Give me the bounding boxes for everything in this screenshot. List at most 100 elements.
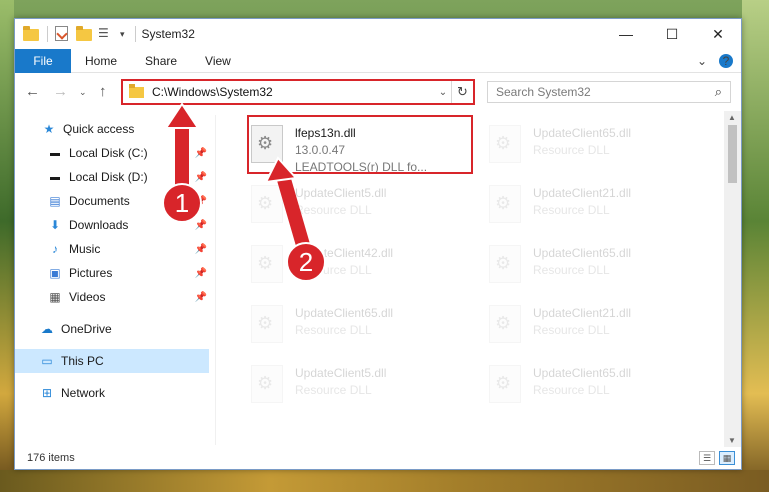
maximize-button[interactable]: ☐ bbox=[649, 19, 695, 49]
nav-quick-access[interactable]: ★ Quick access bbox=[15, 117, 209, 141]
nav-local-disk-c[interactable]: ▬ Local Disk (C:) 📌 bbox=[15, 141, 209, 165]
network-icon: ⊞ bbox=[41, 386, 53, 400]
annotation-badge-1: 1 bbox=[162, 183, 202, 223]
file-item[interactable]: UpdateClient21.dll Resource DLL bbox=[489, 179, 715, 235]
nav-this-pc[interactable]: ▭ This PC bbox=[15, 349, 209, 373]
file-name: UpdateClient21.dll bbox=[533, 186, 632, 200]
file-description: Resource DLL bbox=[533, 143, 610, 157]
pin-icon[interactable]: 📌 bbox=[195, 244, 207, 255]
dll-file-icon bbox=[489, 305, 521, 343]
minimize-button[interactable]: — bbox=[603, 19, 649, 49]
file-description: Resource DLL bbox=[295, 323, 372, 337]
file-item[interactable]: UpdateClient65.dll Resource DLL bbox=[489, 239, 715, 295]
recent-locations-chevron-icon[interactable]: ⌄ bbox=[79, 87, 87, 98]
search-box[interactable]: ⌕ bbox=[487, 81, 731, 103]
file-item[interactable]: UpdateClient5.dll Resource DLL bbox=[251, 359, 477, 415]
toolbar-separator bbox=[134, 26, 136, 42]
address-row: ← → ⌄ ↑ C:\Windows\System32 ⌄ ↻ ⌕ bbox=[15, 75, 741, 109]
pin-icon[interactable]: 📌 bbox=[195, 172, 207, 183]
file-item[interactable]: UpdateClient65.dll Resource DLL bbox=[489, 359, 715, 415]
customize-toolbar-dropdown-icon[interactable]: ▾ bbox=[120, 29, 125, 40]
help-icon[interactable]: ? bbox=[719, 54, 733, 68]
title-bar: ☰ ▾ System32 — ☐ ✕ bbox=[15, 19, 741, 49]
dll-file-icon bbox=[251, 185, 283, 223]
address-path[interactable]: C:\Windows\System32 bbox=[152, 85, 435, 99]
star-icon: ★ bbox=[43, 122, 55, 136]
expand-ribbon-icon[interactable]: ⌄ bbox=[697, 54, 707, 68]
pane-divider[interactable] bbox=[215, 115, 216, 445]
file-description: Resource DLL bbox=[295, 203, 372, 217]
drive-icon: ▬ bbox=[50, 147, 60, 159]
close-button[interactable]: ✕ bbox=[695, 19, 741, 49]
toolbar-separator bbox=[47, 26, 48, 42]
file-explorer-window: ☰ ▾ System32 — ☐ ✕ File Home Share View … bbox=[14, 18, 742, 470]
back-arrow-icon[interactable]: ← bbox=[25, 83, 40, 100]
documents-icon: ▤ bbox=[49, 194, 61, 208]
file-name: UpdateClient65.dll bbox=[533, 126, 632, 140]
nav-item-label: Music bbox=[69, 242, 101, 256]
dll-file-icon bbox=[251, 245, 283, 283]
file-name: UpdateClient65.dll bbox=[533, 246, 632, 260]
tab-share[interactable]: Share bbox=[131, 49, 191, 73]
forward-arrow-icon[interactable]: → bbox=[53, 83, 68, 100]
tab-home[interactable]: Home bbox=[71, 49, 131, 73]
file-item[interactable]: UpdateClient21.dll Resource DLL bbox=[489, 299, 715, 355]
file-item[interactable]: UpdateClient5.dll Resource DLL bbox=[251, 179, 477, 235]
scroll-up-icon[interactable]: ▲ bbox=[728, 113, 736, 122]
file-name: UpdateClient65.dll bbox=[295, 306, 394, 320]
item-count: 176 items bbox=[27, 452, 75, 464]
desktop-background-bottom bbox=[0, 470, 769, 492]
videos-icon: ▦ bbox=[49, 290, 61, 304]
refresh-icon[interactable]: ↻ bbox=[451, 81, 473, 103]
search-input[interactable] bbox=[496, 85, 715, 99]
pin-icon[interactable]: 📌 bbox=[195, 220, 207, 231]
music-icon: ♪ bbox=[52, 242, 58, 256]
nav-onedrive[interactable]: ☁ OneDrive bbox=[15, 317, 209, 341]
nav-item-label: Documents bbox=[69, 194, 130, 208]
folder-icon bbox=[23, 26, 39, 42]
address-bar[interactable]: C:\Windows\System32 ⌄ ↻ bbox=[121, 79, 475, 105]
navigation-pane: ★ Quick access ▬ Local Disk (C:) 📌 ▬ Loc… bbox=[15, 115, 209, 445]
vertical-scrollbar[interactable]: ▲ ▼ bbox=[724, 111, 741, 447]
drive-icon: ▬ bbox=[50, 171, 60, 183]
folder-icon bbox=[129, 83, 144, 98]
nav-network[interactable]: ⊞ Network bbox=[15, 381, 209, 405]
up-arrow-icon[interactable]: ↑ bbox=[99, 83, 107, 100]
scroll-down-icon[interactable]: ▼ bbox=[728, 436, 736, 445]
file-item[interactable]: UpdateClient65.dll Resource DLL bbox=[251, 299, 477, 355]
file-description: Resource DLL bbox=[295, 383, 372, 397]
file-description: Resource DLL bbox=[533, 383, 610, 397]
dll-file-icon bbox=[251, 305, 283, 343]
cloud-icon: ☁ bbox=[41, 322, 53, 336]
dll-file-icon bbox=[489, 365, 521, 403]
file-description: Resource DLL bbox=[533, 203, 610, 217]
tab-view[interactable]: View bbox=[191, 49, 245, 73]
details-view-icon[interactable]: ☰ bbox=[699, 451, 715, 465]
nav-videos[interactable]: ▦ Videos 📌 bbox=[15, 285, 209, 309]
file-highlight-box bbox=[247, 115, 473, 174]
pin-icon[interactable]: 📌 bbox=[195, 148, 207, 159]
file-item[interactable]: UpdateClient42.dll Resource DLL bbox=[251, 239, 477, 295]
file-item[interactable]: UpdateClient65.dll Resource DLL bbox=[489, 119, 715, 175]
nav-item-label: Videos bbox=[69, 290, 106, 304]
nav-item-label: Local Disk (C:) bbox=[69, 146, 148, 160]
desktop-background-left bbox=[0, 0, 14, 492]
nav-pictures[interactable]: ▣ Pictures 📌 bbox=[15, 261, 209, 285]
new-folder-icon[interactable] bbox=[76, 26, 92, 42]
file-name: UpdateClient5.dll bbox=[295, 366, 387, 380]
nav-music[interactable]: ♪ Music 📌 bbox=[15, 237, 209, 261]
pin-icon[interactable]: 📌 bbox=[195, 268, 207, 279]
tiles-view-icon[interactable]: ▦ bbox=[719, 451, 735, 465]
scrollbar-thumb[interactable] bbox=[728, 125, 737, 183]
address-dropdown-icon[interactable]: ⌄ bbox=[435, 87, 451, 98]
pin-icon[interactable]: 📌 bbox=[195, 292, 207, 303]
nav-item-label: Quick access bbox=[63, 122, 135, 136]
search-icon[interactable]: ⌕ bbox=[715, 84, 722, 100]
nav-item-label: Pictures bbox=[69, 266, 113, 280]
desktop-background-right bbox=[742, 0, 769, 492]
tab-file[interactable]: File bbox=[15, 48, 71, 73]
properties-icon[interactable] bbox=[54, 26, 70, 42]
nav-item-label: This PC bbox=[61, 354, 104, 368]
view-options-icon[interactable]: ☰ bbox=[98, 26, 114, 42]
dll-file-icon bbox=[489, 245, 521, 283]
